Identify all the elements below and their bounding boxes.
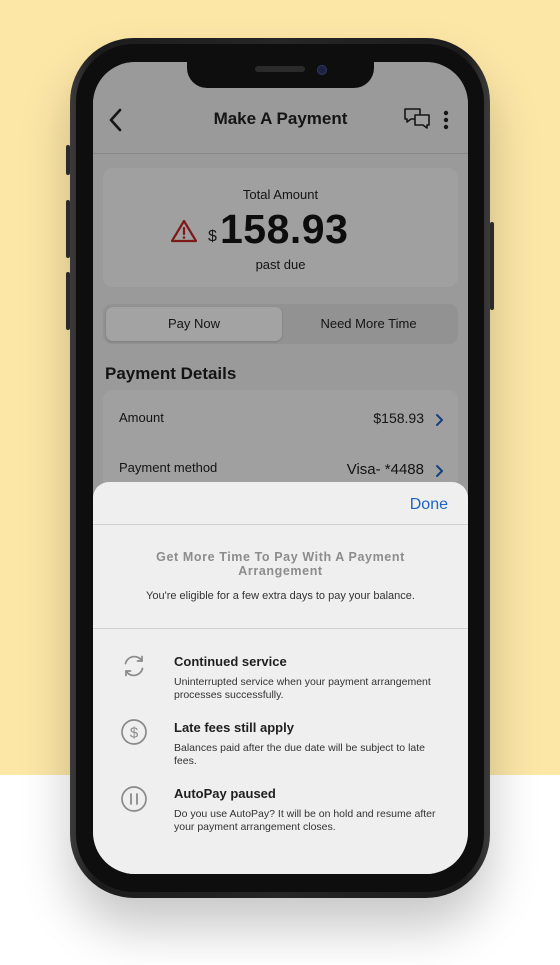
sheet-divider [93,524,468,525]
volume-up-button [66,200,70,258]
speaker [255,66,305,72]
feature-description: Balances paid after the due date will be… [174,742,425,767]
notch [187,62,374,88]
feature-title: AutoPay paused [174,786,276,801]
feature-title: Late fees still apply [174,720,294,735]
feature-description: Uninterrupted service when your payment … [174,676,431,701]
refresh-icon [124,655,144,677]
mute-switch [66,145,70,175]
sheet-divider [93,628,468,629]
feature-title: Continued service [174,654,287,669]
camera [317,65,327,75]
feature-description: Do you use AutoPay? It will be on hold a… [174,808,436,833]
power-button [490,222,494,310]
dollar-circle-icon: $ [121,719,147,745]
sheet-subtitle: You're eligible for a few extra days to … [146,590,415,602]
sheet-title: Get More Time To Pay With A Payment Arra… [156,550,405,578]
svg-text:$: $ [130,725,139,742]
done-button[interactable]: Done [410,496,448,514]
payment-arrangement-sheet: Done Get More Time To Pay With A Payment… [93,482,468,874]
volume-down-button [66,272,70,330]
phone-screen: Make A Payment Total Amount $ 158.93 pas… [93,62,468,874]
pause-circle-icon [121,786,147,812]
